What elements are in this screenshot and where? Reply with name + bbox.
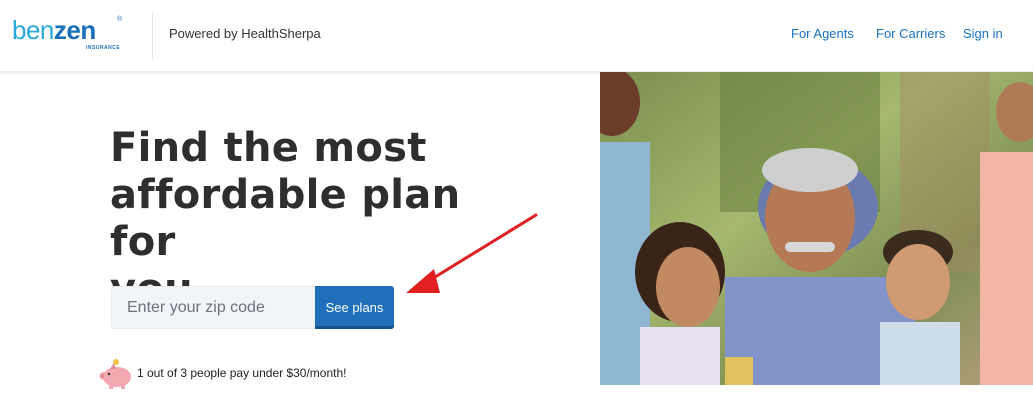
logo-subtitle: INSURANCE [86, 45, 121, 51]
arrow-annotation-icon [406, 213, 538, 293]
family-photo-illustration [600, 72, 1033, 385]
nav-for-carriers[interactable]: For Carriers [876, 26, 945, 41]
logo-part-zen: zen [53, 15, 96, 45]
piggy-bank-icon [100, 359, 131, 389]
logo-wordmark: benzen [12, 14, 96, 46]
nav-for-agents[interactable]: For Agents [791, 26, 854, 41]
nav-sign-in[interactable]: Sign in [963, 26, 1003, 41]
benzen-logo[interactable]: benzen ® INSURANCE [12, 14, 122, 54]
hero-family-photo [600, 72, 1033, 385]
site-header: benzen ® INSURANCE Powered by HealthSher… [0, 0, 1033, 72]
headline-line-1: Find the most [110, 125, 427, 171]
powered-by-text: Powered by HealthSherpa [169, 26, 321, 41]
zip-code-input[interactable] [111, 286, 316, 329]
logo-part-ben: ben [12, 15, 54, 45]
logo-registered-mark: ® [117, 16, 123, 23]
see-plans-button[interactable]: See plans [315, 286, 394, 329]
header-divider [152, 13, 153, 59]
savings-stat-text: 1 out of 3 people pay under $30/month! [137, 366, 347, 380]
